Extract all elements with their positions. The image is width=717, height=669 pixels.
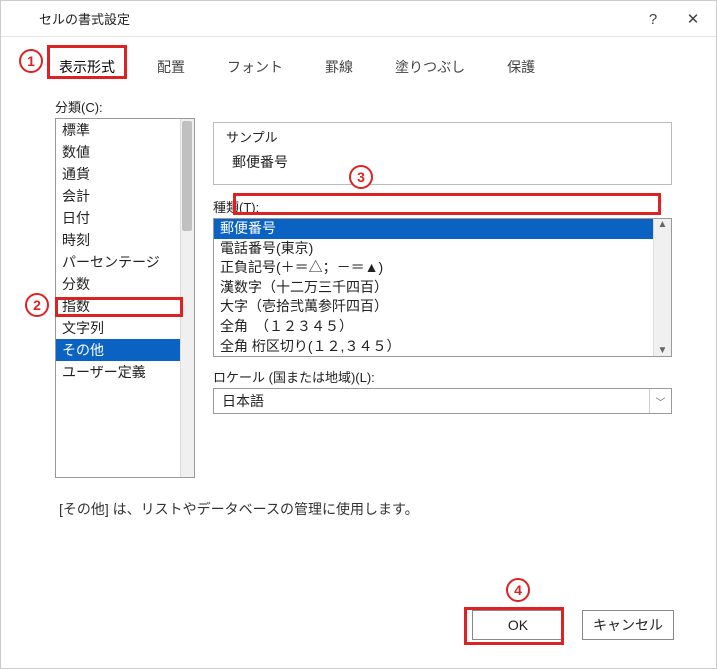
type-item[interactable]: 正負記号(＋＝△；－＝▲) [214, 258, 653, 278]
ok-button[interactable]: OK [472, 610, 564, 640]
tab-fill[interactable]: 塗りつぶし [383, 51, 477, 83]
scrollbar-track[interactable] [180, 119, 194, 477]
type-item[interactable]: 全角 桁区切り(１２,３４５） [214, 337, 653, 357]
locale-select[interactable]: 日本語 ﹀ [213, 388, 672, 414]
category-item[interactable]: 日付 [56, 207, 180, 229]
tab-strip: 表示形式 配置 フォント 罫線 塗りつぶし 保護 [1, 37, 716, 83]
tab-body: 分類(C): 標準数値通貨会計日付時刻パーセンテージ分数指数文字列その他ユーザー… [1, 83, 716, 478]
title-bar: セルの書式設定 ? ✕ [1, 1, 716, 37]
type-listbox[interactable]: 郵便番号電話番号(東京)正負記号(＋＝△；－＝▲)漢数字（十二万三千四百）大字（… [213, 218, 672, 357]
help-icon[interactable]: ? [636, 5, 670, 33]
locale-value: 日本語 [214, 389, 649, 413]
category-item[interactable]: パーセンテージ [56, 251, 180, 273]
annotation-callout-1: 1 [19, 49, 43, 73]
category-label: 分類(C): [55, 97, 672, 116]
format-cells-dialog: セルの書式設定 ? ✕ 表示形式 配置 フォント 罫線 塗りつぶし 保護 分類(… [0, 0, 717, 669]
category-listbox[interactable]: 標準数値通貨会計日付時刻パーセンテージ分数指数文字列その他ユーザー定義 [55, 118, 195, 478]
category-item[interactable]: ユーザー定義 [56, 361, 180, 383]
annotation-callout-3: 3 [349, 165, 373, 189]
category-item[interactable]: 標準 [56, 119, 180, 141]
scrollbar-thumb[interactable] [182, 121, 192, 231]
category-item[interactable]: 分数 [56, 273, 180, 295]
sample-group: サンプル 郵便番号 [213, 122, 672, 185]
description-text: [その他] は、リストやデータベースの管理に使用します。 [59, 499, 419, 519]
type-label: 種類(T): [213, 197, 672, 216]
type-item[interactable]: 全角 （１２３４５） [214, 317, 653, 337]
sample-value: 郵便番号 [226, 150, 661, 172]
category-item[interactable]: 指数 [56, 295, 180, 317]
type-item[interactable]: 電話番号(東京) [214, 239, 653, 259]
locale-label: ロケール (国または地域)(L): [213, 367, 672, 386]
tab-protect[interactable]: 保護 [495, 51, 547, 83]
category-item[interactable]: 会計 [56, 185, 180, 207]
tab-border[interactable]: 罫線 [313, 51, 365, 83]
window-title: セルの書式設定 [11, 9, 130, 28]
category-item[interactable]: その他 [56, 339, 180, 361]
tab-format[interactable]: 表示形式 [47, 51, 127, 83]
cancel-button[interactable]: キャンセル [582, 610, 674, 640]
category-item[interactable]: 時刻 [56, 229, 180, 251]
scroll-down-icon[interactable]: ▼ [658, 345, 668, 356]
type-item[interactable]: 大字（壱拾弐萬参阡四百） [214, 297, 653, 317]
type-scrollbar[interactable]: ▲ ▼ [653, 219, 671, 356]
category-item[interactable]: 数値 [56, 141, 180, 163]
type-item[interactable]: 郵便番号 [214, 219, 653, 239]
chevron-down-icon[interactable]: ﹀ [649, 389, 671, 413]
right-panel: サンプル 郵便番号 種類(T): 郵便番号電話番号(東京)正負記号(＋＝△；－＝… [213, 118, 672, 478]
dialog-buttons: OK キャンセル [472, 610, 674, 640]
scroll-up-icon[interactable]: ▲ [658, 219, 668, 230]
type-list-inner: 郵便番号電話番号(東京)正負記号(＋＝△；－＝▲)漢数字（十二万三千四百）大字（… [214, 219, 653, 356]
close-icon[interactable]: ✕ [676, 5, 710, 33]
category-item[interactable]: 通貨 [56, 163, 180, 185]
sample-label: サンプル [224, 127, 280, 146]
tab-font[interactable]: フォント [215, 51, 295, 83]
type-item[interactable]: 漢数字（十二万三千四百） [214, 278, 653, 298]
annotation-callout-2: 2 [25, 293, 49, 317]
annotation-callout-4: 4 [506, 578, 530, 602]
title-bar-controls: ? ✕ [636, 1, 710, 37]
tab-align[interactable]: 配置 [145, 51, 197, 83]
category-item[interactable]: 文字列 [56, 317, 180, 339]
